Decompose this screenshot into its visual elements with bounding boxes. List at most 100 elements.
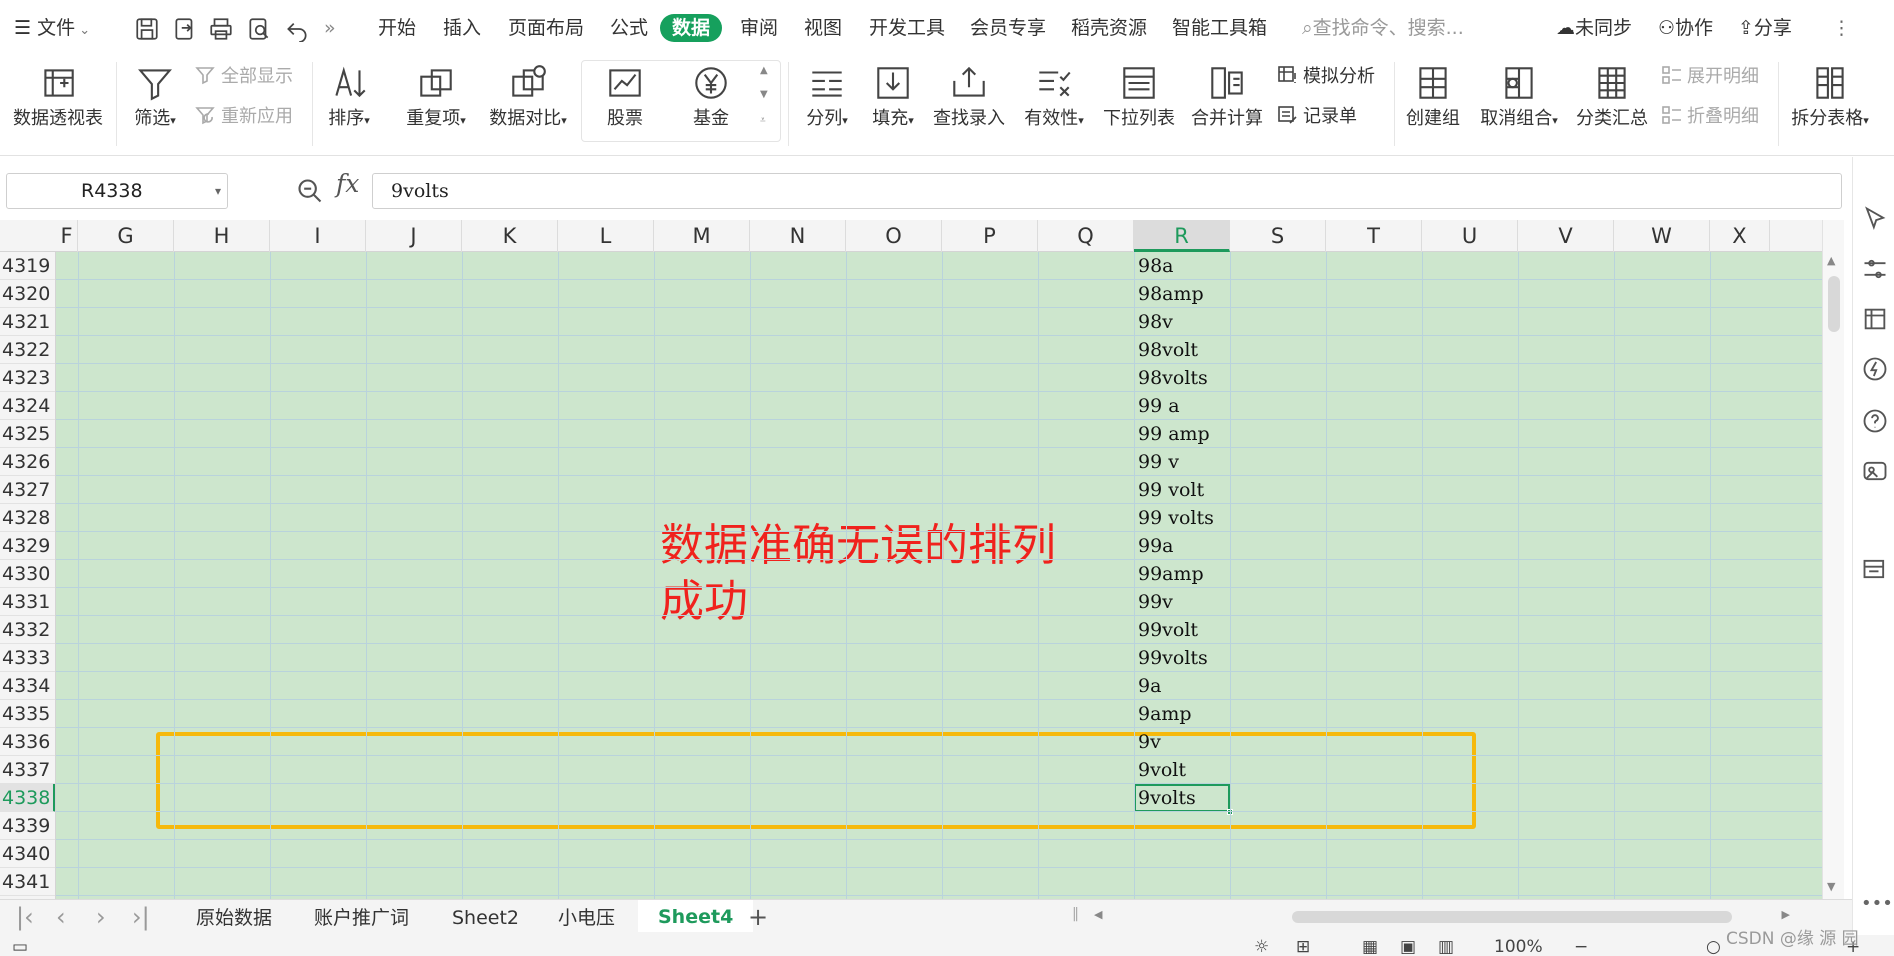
stock-button[interactable]: 股票	[592, 56, 658, 150]
column-header[interactable]: H	[174, 220, 270, 252]
row-header[interactable]: 4328	[0, 504, 55, 532]
cell-r[interactable]: 99 a	[1134, 392, 1230, 420]
scroll-up-icon[interactable]: ▲	[1827, 254, 1835, 267]
cell-r[interactable]: 9volts	[1134, 784, 1230, 812]
tab-docer[interactable]: 稻壳资源	[1071, 14, 1147, 42]
zoom-out-icon[interactable]: −	[1574, 935, 1588, 956]
show-all-button[interactable]: 全部显示	[194, 62, 293, 92]
cell-r[interactable]: 99 volt	[1134, 476, 1230, 504]
row-header[interactable]: 4338	[0, 784, 55, 812]
horizontal-scroll-thumb[interactable]	[1292, 911, 1732, 923]
fund-button[interactable]: 基金	[678, 56, 744, 150]
column-header[interactable]: J	[366, 220, 462, 252]
cell-r[interactable]: 9amp	[1134, 700, 1230, 728]
row-header[interactable]: 4333	[0, 644, 55, 672]
sheet-tab-sheet2[interactable]: Sheet2	[452, 904, 519, 932]
cell-r[interactable]	[1134, 812, 1230, 840]
reapply-button[interactable]: 重新应用	[194, 102, 293, 132]
sheet-tab-sheet4[interactable]: Sheet4	[638, 900, 754, 932]
cell-r[interactable]: 99 v	[1134, 448, 1230, 476]
sort-button[interactable]: 排序▾	[318, 56, 380, 150]
cell-r[interactable]: 99v	[1134, 588, 1230, 616]
vertical-scroll-thumb[interactable]	[1828, 276, 1840, 332]
row-header[interactable]: 4336	[0, 728, 55, 756]
data-compare-button[interactable]: 数据对比▾	[482, 56, 574, 150]
cell-r[interactable]: 9a	[1134, 672, 1230, 700]
row-header[interactable]: 4331	[0, 588, 55, 616]
column-header[interactable]: V	[1518, 220, 1614, 252]
formula-input[interactable]: 9volts	[372, 173, 1842, 209]
gallery-expand[interactable]: ⩡	[760, 106, 766, 136]
tab-insert[interactable]: 插入	[443, 14, 481, 42]
cell-r[interactable]: 99a	[1134, 532, 1230, 560]
cell-r[interactable]: 98volt	[1134, 336, 1230, 364]
column-header[interactable]: X	[1710, 220, 1770, 252]
quick-access-more[interactable]: »	[324, 14, 336, 42]
add-sheet-icon[interactable]: +	[748, 904, 768, 930]
next-sheet-icon[interactable]: ›	[96, 904, 106, 930]
split-column-button[interactable]: 分列▾	[798, 56, 856, 150]
scroll-left-icon[interactable]: ◀	[1094, 908, 1102, 921]
insert-function-button[interactable]: fx	[336, 169, 359, 198]
row-header[interactable]: 4341	[0, 868, 55, 896]
print-icon[interactable]	[208, 16, 234, 42]
pivot-panel-icon[interactable]	[1861, 305, 1889, 333]
export-pdf-icon[interactable]	[172, 16, 198, 42]
name-box[interactable]: R4338 ▾	[6, 173, 228, 209]
row-header[interactable]: 4334	[0, 672, 55, 700]
column-header[interactable]: O	[846, 220, 942, 252]
duplicates-button[interactable]: 重复项▾	[396, 56, 476, 150]
page-break-view-icon[interactable]: ▥	[1438, 935, 1454, 956]
macro-record-icon[interactable]: ▭	[12, 935, 28, 956]
help-icon[interactable]	[1861, 407, 1889, 435]
eye-protection-icon[interactable]: ☼	[1254, 935, 1269, 956]
column-header[interactable]: U	[1422, 220, 1518, 252]
fill-button[interactable]: 填充▾	[864, 56, 922, 150]
image-tool-icon[interactable]	[1861, 457, 1889, 485]
zoom-magnifier-icon[interactable]	[296, 177, 324, 205]
normal-view-icon[interactable]: ▦	[1362, 935, 1378, 956]
horizontal-scrollbar[interactable]: ◀ ▶	[1092, 908, 1792, 926]
tab-developer[interactable]: 开发工具	[869, 14, 945, 42]
expand-detail-button[interactable]: 展开明细	[1660, 62, 1759, 92]
cell-r[interactable]	[1134, 868, 1230, 896]
tab-splitter-handle[interactable]: ‖	[1072, 906, 1079, 922]
cell-r[interactable]: 98a	[1134, 252, 1230, 280]
row-header[interactable]: 4340	[0, 840, 55, 868]
row-header[interactable]: 4320	[0, 280, 55, 308]
create-group-button[interactable]: 创建组	[1400, 56, 1466, 150]
form-panel-icon[interactable]	[1861, 555, 1889, 583]
row-header[interactable]: 4330	[0, 560, 55, 588]
cell-r[interactable]: 9v	[1134, 728, 1230, 756]
tab-home[interactable]: 开始	[378, 14, 416, 42]
row-header[interactable]: 4326	[0, 448, 55, 476]
lookup-entry-button[interactable]: 查找录入	[930, 56, 1008, 150]
tab-data[interactable]: 数据	[660, 14, 723, 42]
row-header[interactable]: 4329	[0, 532, 55, 560]
row-header[interactable]: 4332	[0, 616, 55, 644]
column-header[interactable]: S	[1230, 220, 1326, 252]
prev-sheet-icon[interactable]: ‹	[56, 904, 66, 930]
cell-r[interactable]	[1134, 840, 1230, 868]
cell-r[interactable]: 99volt	[1134, 616, 1230, 644]
vertical-scrollbar[interactable]: ▲ ▼	[1822, 220, 1844, 899]
column-header[interactable]: M	[654, 220, 750, 252]
cell-r[interactable]: 99volts	[1134, 644, 1230, 672]
first-sheet-icon[interactable]: |‹	[16, 904, 34, 930]
row-header[interactable]: 4324	[0, 392, 55, 420]
filter-button[interactable]: 筛选▾	[122, 56, 188, 150]
column-header[interactable]: F	[56, 220, 78, 252]
tab-view[interactable]: 视图	[804, 14, 842, 42]
cell-r[interactable]: 98volts	[1134, 364, 1230, 392]
column-header[interactable]: G	[78, 220, 174, 252]
pivot-table-button[interactable]: 数据透视表	[6, 56, 110, 150]
whatif-analysis-button[interactable]: 模拟分析	[1276, 62, 1375, 92]
sheet-tab-original-data[interactable]: 原始数据	[196, 904, 272, 932]
column-header[interactable]: W	[1614, 220, 1710, 252]
column-header[interactable]: P	[942, 220, 1038, 252]
subtotal-button[interactable]: 分类汇总	[1574, 56, 1650, 150]
cell-r[interactable]: 98v	[1134, 308, 1230, 336]
zoom-level[interactable]: 100%	[1494, 935, 1543, 956]
tab-review[interactable]: 审阅	[740, 14, 778, 42]
column-header[interactable]: Q	[1038, 220, 1134, 252]
